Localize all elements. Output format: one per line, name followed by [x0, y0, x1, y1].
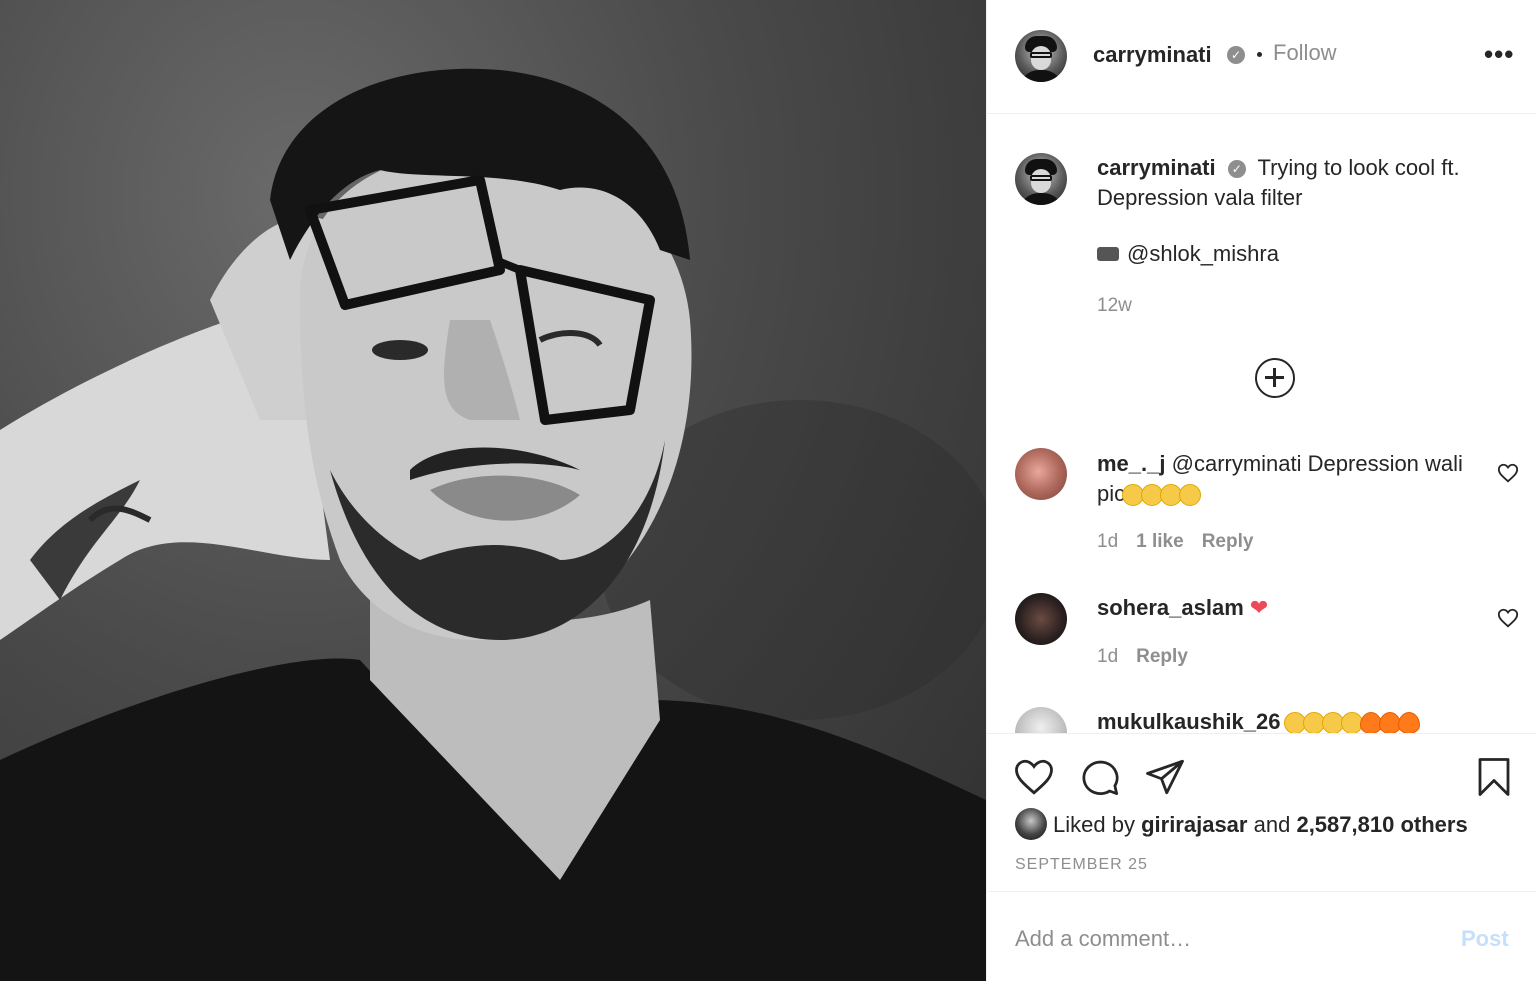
laughing-emoji-icon	[1179, 484, 1202, 507]
comment-meta: 1d 1 like Reply	[1097, 531, 1253, 553]
liked-by-summary: Liked by girirajasar and 2,587,810 other…	[1053, 812, 1468, 838]
comment-item: me_._j @carryminati Depression wali pic	[1097, 449, 1467, 509]
verified-badge-icon: ✓	[1227, 46, 1245, 64]
fire-emoji-icon	[1397, 712, 1420, 733]
comments-list[interactable]: carryminati ✓ Trying to look cool ft. De…	[987, 115, 1536, 733]
separator-dot	[1257, 52, 1262, 57]
comment-time[interactable]: 1d	[1097, 531, 1118, 552]
load-more-comments-icon[interactable]	[1255, 358, 1295, 398]
comment-item: mukulkaushik_26	[1097, 707, 1467, 733]
post-photo[interactable]	[0, 0, 986, 981]
post-side-panel: carryminati ✓ Follow ••• carryminati ✓ T…	[986, 0, 1536, 981]
comment-avatar[interactable]	[1015, 707, 1067, 733]
credit-mention[interactable]: @shlok_mishra	[1127, 241, 1279, 266]
more-options-icon[interactable]: •••	[1484, 41, 1514, 67]
like-heart-icon[interactable]	[1013, 756, 1055, 798]
caption-avatar[interactable]	[1015, 153, 1067, 205]
add-comment-bar: Post	[987, 891, 1536, 981]
caption-time[interactable]: 12w	[1097, 295, 1132, 317]
post-actions: Liked by girirajasar and 2,587,810 other…	[987, 733, 1536, 891]
liker-avatar[interactable]	[1015, 808, 1047, 840]
reply-button[interactable]: Reply	[1136, 646, 1188, 667]
liked-by-and: and	[1253, 812, 1291, 837]
reply-button[interactable]: Reply	[1202, 531, 1254, 552]
bookmark-save-icon[interactable]	[1473, 756, 1515, 798]
comment-username[interactable]: mukulkaushik_26	[1097, 709, 1280, 733]
comment-like-heart-icon[interactable]	[1497, 607, 1519, 629]
liked-by-others[interactable]: 2,587,810 others	[1296, 812, 1467, 837]
caption: carryminati ✓ Trying to look cool ft. De…	[1097, 153, 1507, 213]
author-avatar[interactable]	[1015, 30, 1067, 82]
comment-bubble-icon[interactable]	[1079, 756, 1121, 798]
caption-username[interactable]: carryminati	[1097, 155, 1216, 180]
comment-likes[interactable]: 1 like	[1136, 531, 1184, 552]
follow-button[interactable]: Follow	[1273, 40, 1337, 66]
red-heart-emoji-icon: ❤	[1249, 595, 1269, 620]
comment-username[interactable]: sohera_aslam	[1097, 595, 1244, 620]
caption-text-line1: Trying to look cool ft.	[1257, 155, 1460, 180]
photo-credit: @shlok_mishra	[1097, 241, 1279, 267]
author-username[interactable]: carryminati	[1093, 42, 1212, 68]
post-header: carryminati ✓ Follow •••	[987, 0, 1536, 114]
comment-time[interactable]: 1d	[1097, 646, 1118, 667]
comment-username[interactable]: me_._j	[1097, 451, 1166, 476]
portrait-illustration	[0, 68, 986, 981]
verified-badge-icon: ✓	[1227, 160, 1246, 178]
comment-avatar[interactable]	[1015, 448, 1067, 500]
camera-icon	[1097, 247, 1119, 261]
comment-meta: 1d Reply	[1097, 646, 1188, 668]
post-date[interactable]: SEPTEMBER 25	[1015, 856, 1148, 874]
caption-text-line2: Depression vala filter	[1097, 185, 1303, 210]
liked-by-user[interactable]: girirajasar	[1141, 812, 1247, 837]
add-comment-input[interactable]	[1015, 926, 1415, 952]
liked-by-prefix: Liked by	[1053, 812, 1135, 837]
post-comment-button[interactable]: Post	[1461, 926, 1509, 952]
comment-avatar[interactable]	[1015, 593, 1067, 645]
comment-like-heart-icon[interactable]	[1497, 462, 1519, 484]
share-send-icon[interactable]	[1144, 756, 1186, 798]
comment-item: sohera_aslam ❤	[1097, 593, 1467, 623]
